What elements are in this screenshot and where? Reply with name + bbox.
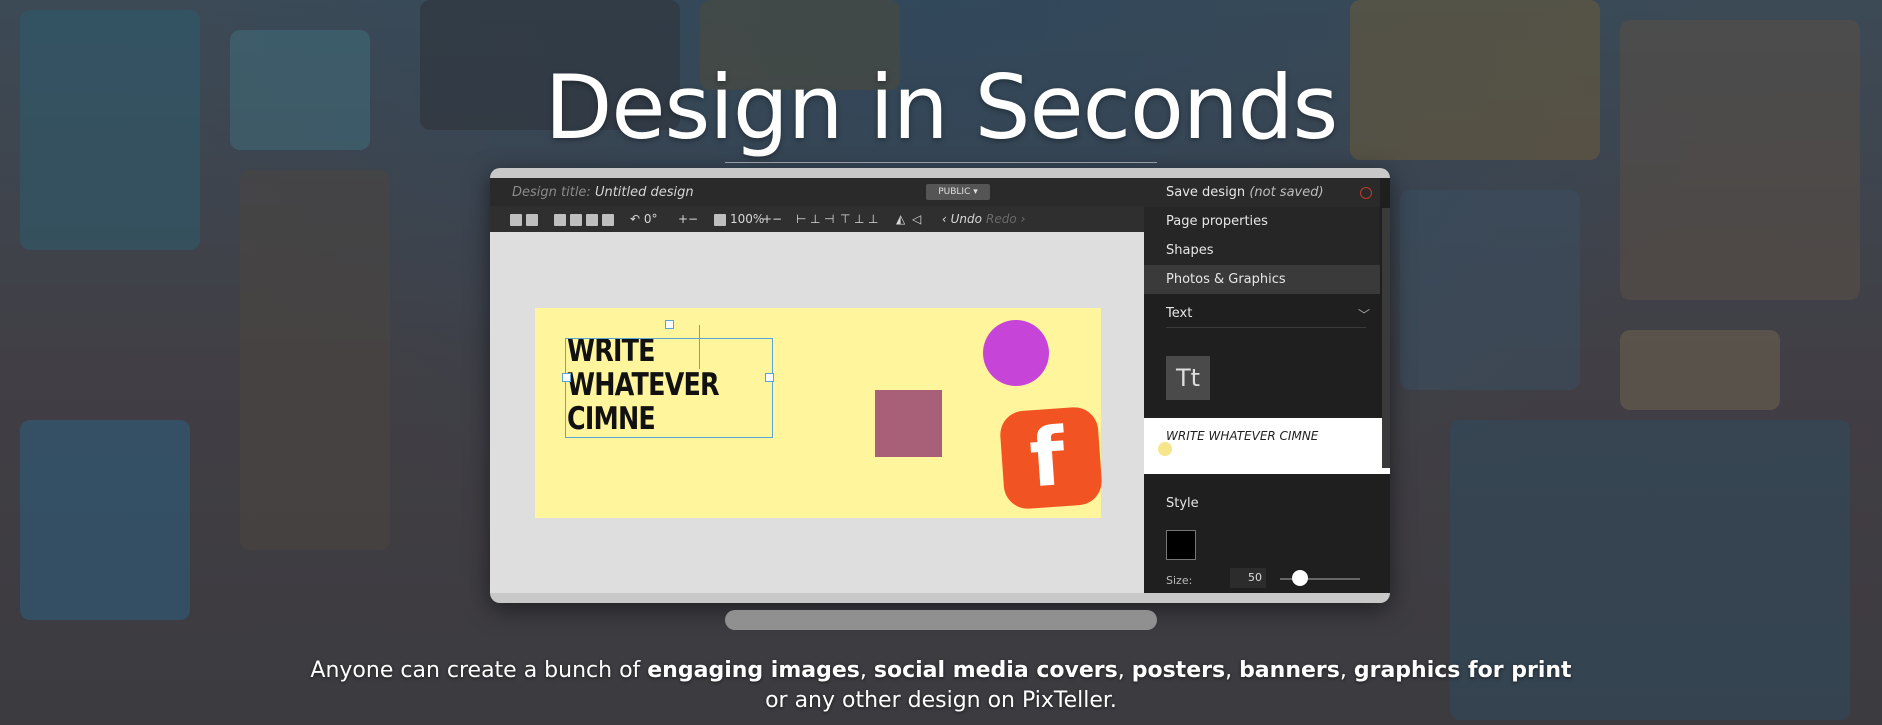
undo-label: Undo — [950, 212, 982, 226]
align-right-icon[interactable]: ⊣ — [824, 211, 834, 227]
monitor-stand — [725, 610, 1157, 630]
rotation-value: 0° — [643, 212, 658, 226]
rotate-icon: ↶ — [630, 212, 641, 226]
desc-intro: Anyone can create a bunch of — [310, 658, 648, 683]
menu-item-shapes[interactable]: Shapes — [1144, 236, 1380, 265]
description-line-1: Anyone can create a bunch of engaging im… — [0, 656, 1882, 686]
bring-front-icon[interactable] — [554, 211, 570, 227]
undo-button[interactable]: ‹ Undo — [942, 211, 982, 227]
editor-window: Design title: Untitled design PUBLIC ▾ ↶… — [490, 168, 1390, 603]
unsaved-indicator-icon — [1360, 187, 1372, 199]
desc-term: banners — [1239, 658, 1340, 683]
add-text-icon[interactable]: Tt — [1166, 356, 1210, 400]
canvas-workspace: WRITE WHATEVER CIMNE f — [490, 232, 1144, 593]
desc-term: posters — [1131, 658, 1226, 683]
chevron-down-icon: ▾ — [973, 187, 978, 197]
redo-label: Redo — [986, 212, 1017, 226]
bg-tile — [240, 170, 390, 550]
size-slider-knob[interactable] — [1292, 570, 1308, 586]
selection-box[interactable] — [562, 320, 774, 438]
facebook-icon: f — [1026, 410, 1068, 506]
align-middle-icon[interactable]: ⊥ — [854, 211, 864, 227]
title-divider — [725, 162, 1157, 163]
rotation-line — [699, 325, 700, 369]
text-section-header[interactable]: Text — [1166, 306, 1366, 328]
desc-sep: , — [1225, 658, 1240, 683]
align-center-icon[interactable]: ⊥ — [810, 211, 820, 227]
visibility-label: PUBLIC — [938, 187, 971, 197]
page-title: Design in Seconds — [544, 56, 1339, 159]
circle-shape[interactable] — [983, 320, 1049, 386]
zoom-in-icon[interactable]: +− — [762, 211, 782, 227]
redo-button[interactable]: Redo › — [986, 211, 1025, 227]
editor-body: Design title: Untitled design PUBLIC ▾ ↶… — [490, 178, 1390, 593]
zoom-out-icon[interactable]: +− — [678, 211, 698, 227]
align-top-icon[interactable]: ⊤ — [840, 211, 850, 227]
design-title-label: Design title: — [512, 185, 591, 200]
resize-handle-left[interactable] — [562, 373, 571, 382]
design-title[interactable]: Design title: Untitled design — [512, 185, 694, 200]
bg-tile — [1620, 330, 1780, 410]
rotate-control[interactable]: ↶ 0° — [630, 211, 658, 227]
panel-scrollbar[interactable] — [1382, 208, 1390, 468]
description-line-2: or any other design on PixTeller. — [765, 688, 1117, 713]
size-label: Size: — [1166, 574, 1193, 587]
desc-sep: , — [859, 658, 874, 683]
design-canvas[interactable]: WRITE WHATEVER CIMNE f — [535, 308, 1104, 518]
save-status: (not saved) — [1249, 185, 1324, 200]
color-swatch[interactable] — [1166, 530, 1196, 560]
style-section-header: Style — [1166, 496, 1199, 511]
chevron-down-icon[interactable]: ﹀ — [1358, 306, 1370, 323]
resize-handle-right[interactable] — [765, 373, 774, 382]
description: Anyone can create a bunch of engaging im… — [0, 656, 1882, 716]
send-back-icon[interactable] — [602, 211, 618, 227]
flip-horizontal-icon[interactable]: ◭ — [896, 211, 905, 227]
save-design-button[interactable]: Save design (not saved) — [1144, 178, 1380, 207]
text-input-value: WRITE WHATEVER CIMNE — [1166, 429, 1319, 443]
trash-icon[interactable] — [526, 211, 542, 227]
zoom-icon — [714, 213, 726, 226]
save-label: Save design — [1166, 185, 1246, 200]
properties-panel: Save design (not saved) Page properties … — [1144, 178, 1390, 593]
menu-item-photos-graphics[interactable]: Photos & Graphics — [1144, 265, 1380, 294]
design-titlebar: Design title: Untitled design PUBLIC ▾ — [490, 178, 1144, 206]
text-content-input[interactable]: WRITE WHATEVER CIMNE — [1144, 418, 1390, 474]
zoom-control[interactable]: 100% — [714, 211, 764, 227]
square-shape[interactable] — [875, 390, 942, 457]
align-bottom-icon[interactable]: ⊥ — [868, 211, 878, 227]
desc-term: social media covers — [873, 658, 1118, 683]
flip-vertical-icon[interactable]: ◁ — [912, 211, 921, 227]
menu-item-page-properties[interactable]: Page properties — [1144, 207, 1380, 236]
visibility-dropdown[interactable]: PUBLIC ▾ — [926, 184, 990, 200]
bg-tile — [1400, 190, 1580, 390]
design-title-value[interactable]: Untitled design — [595, 185, 694, 200]
copy-icon[interactable] — [510, 211, 526, 227]
rotation-handle[interactable] — [665, 320, 674, 329]
align-left-icon[interactable]: ⊢ — [796, 211, 806, 227]
desc-sep: , — [1339, 658, 1354, 683]
editor-toolbar: ↶ 0° +− 100% +− ⊢ ⊥ ⊣ ⊤ ⊥ ⊥ ◭ ◁ ‹ Undo R… — [490, 206, 1144, 232]
facebook-logo-graphic[interactable]: f — [998, 405, 1104, 511]
zoom-value: 100% — [730, 212, 765, 226]
desc-term: engaging images — [647, 658, 860, 683]
size-input[interactable]: 50 — [1230, 568, 1266, 588]
desc-term: graphics for print — [1353, 658, 1572, 683]
text-color-dot — [1158, 442, 1172, 456]
send-backward-icon[interactable] — [586, 211, 602, 227]
bg-tile — [20, 420, 190, 620]
desc-sep: , — [1117, 658, 1132, 683]
bring-forward-icon[interactable] — [570, 211, 586, 227]
